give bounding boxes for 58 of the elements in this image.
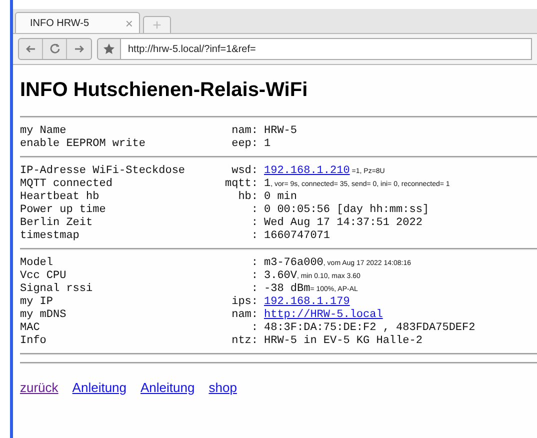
nav-link[interactable]: Anleitung [140, 380, 195, 395]
field-key: wsd: [216, 165, 258, 178]
field-value: HRW-5 in EV-5 KG Halle-2 [264, 335, 422, 347]
field-key: ips: [216, 296, 258, 309]
field-label: my Name [20, 125, 68, 138]
star-icon [103, 43, 115, 55]
page-title: INFO Hutschienen-Relais-WiFi [20, 79, 309, 102]
field-key: : [216, 257, 258, 270]
nav-link[interactable]: zurück [20, 380, 58, 395]
field-label: Berlin Zeit [20, 217, 94, 230]
field-key: ntz: [216, 335, 258, 348]
field-key: eep: [216, 138, 258, 151]
field-label: Model [20, 257, 54, 270]
field-label: Signal rssi [20, 283, 94, 296]
field-label: Vcc CPU [20, 270, 68, 283]
field-label: MAC [20, 322, 41, 335]
nav-link[interactable]: Anleitung [72, 380, 127, 395]
address-field[interactable]: http://hrw-5.local/?inf=1&ref= [121, 38, 532, 60]
field-value: HRW-5 [264, 125, 298, 137]
ip-link[interactable]: 192.168.1.210 [264, 165, 350, 177]
right-arrow-icon [73, 43, 85, 55]
field-value: 0 00:05:56 [day hh:mm:ss] [264, 204, 430, 216]
field-key: nam: [216, 309, 258, 322]
tab-title: INFO HRW-5 [30, 18, 90, 28]
left-arrow-icon [24, 43, 36, 55]
reload-icon [48, 43, 60, 55]
field-label: IP-Adresse WiFi-Steckdose [20, 165, 186, 178]
field-value: 1 [264, 178, 271, 190]
browser-tab[interactable]: INFO HRW-5 × [15, 12, 140, 33]
field-key: hb: [216, 191, 258, 204]
field-label: my mDNS [20, 309, 68, 322]
field-value: m3-76a000 [264, 257, 324, 269]
field-label: my IP [20, 296, 54, 309]
field-key: : [216, 283, 258, 296]
nav-link[interactable]: shop [208, 380, 237, 395]
field-key: mqtt: [216, 178, 258, 191]
ip-link[interactable]: http://HRW-5.local [264, 309, 383, 321]
field-value: 1660747071 [264, 230, 330, 242]
field-label: MQTT connected [20, 178, 114, 191]
field-key: : [216, 230, 258, 243]
field-key: : [216, 322, 258, 335]
field-label: Power up time [20, 204, 107, 217]
bookmark-button[interactable] [97, 38, 121, 60]
field-key: nam: [216, 125, 258, 138]
field-value: 3.60V [264, 270, 298, 282]
field-label: timestmap [20, 230, 80, 243]
field-key: : [216, 217, 258, 230]
field-label: Info [20, 335, 48, 348]
field-label: Heartbeat hb [20, 191, 100, 204]
field-key: : [216, 270, 258, 283]
field-label: enable EEPROM write [20, 138, 146, 151]
field-key: : [216, 204, 258, 217]
field-value: 0 min [264, 191, 298, 203]
field-value: 1 [264, 138, 271, 150]
field-value: 48:3F:DA:75:DE:F2 , 483FDA75DEF2 [264, 322, 476, 334]
field-value: -38 dBm [264, 283, 310, 295]
field-value: Wed Aug 17 14:37:51 2022 [264, 217, 422, 229]
ip-link[interactable]: 192.168.1.179 [264, 296, 350, 308]
